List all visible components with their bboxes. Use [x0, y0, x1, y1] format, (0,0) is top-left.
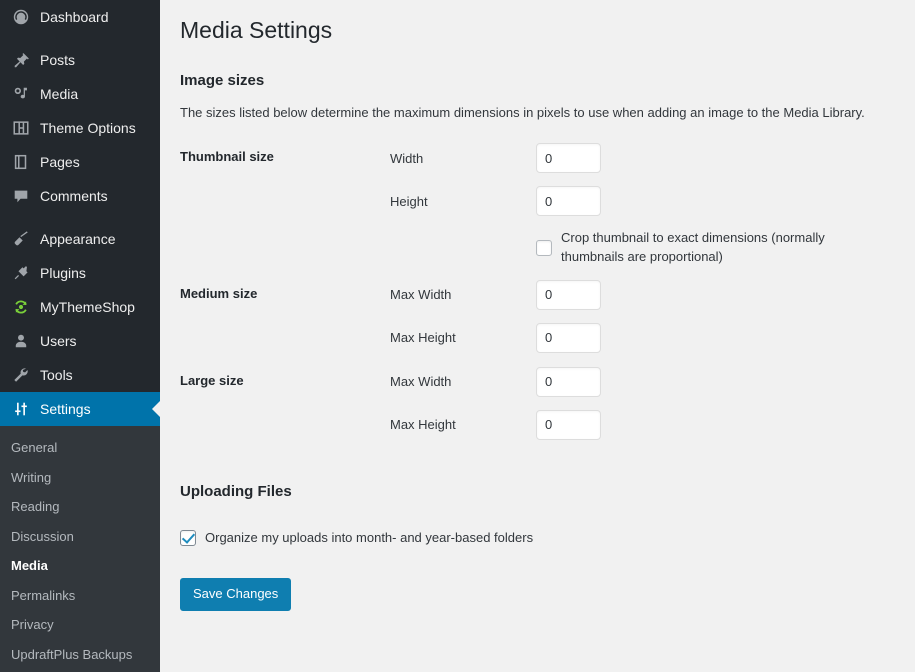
pin-icon: [11, 50, 31, 70]
submenu-item-updraftplus-backups[interactable]: UpdraftPlus Backups: [0, 640, 160, 670]
sidebar-item-label: Appearance: [40, 231, 116, 247]
large-max-height-input[interactable]: [536, 409, 601, 440]
sidebar-item-label: Posts: [40, 52, 76, 68]
admin-page: Dashboard Posts Media Theme Options Page…: [0, 0, 915, 672]
sidebar-item-media[interactable]: Media: [0, 77, 160, 111]
submenu-item-writing[interactable]: Writing: [0, 463, 160, 493]
settings-submenu: General Writing Reading Discussion Media…: [0, 426, 160, 672]
comment-icon: [11, 186, 31, 206]
sidebar-item-settings[interactable]: Settings: [0, 392, 160, 426]
sidebar-menu: Dashboard Posts Media Theme Options Page…: [0, 0, 160, 426]
organize-uploads-label: Organize my uploads into month- and year…: [205, 529, 534, 545]
brush-icon: [11, 229, 31, 249]
page-title: Media Settings: [180, 17, 333, 43]
sidebar-item-comments[interactable]: Comments: [0, 179, 160, 213]
sidebar-item-label: Dashboard: [40, 9, 109, 25]
image-sizes-table: Thumbnail size Width Height Crop thum: [180, 136, 895, 446]
sidebar-item-label: Theme Options: [40, 120, 136, 136]
dashboard-icon: [11, 7, 31, 27]
table-row-medium: Medium size Max Width Max Height: [180, 273, 895, 360]
sidebar-item-plugins[interactable]: Plugins: [0, 256, 160, 290]
row-fields-large: Max Width Max Height: [390, 360, 895, 447]
menu-separator: [0, 213, 160, 222]
menu-separator: [0, 34, 160, 43]
layout-icon: [11, 118, 31, 138]
sidebar-item-users[interactable]: Users: [0, 324, 160, 358]
admin-sidebar: Dashboard Posts Media Theme Options Page…: [0, 0, 160, 672]
field-label: Max Width: [390, 287, 452, 303]
media-icon: [11, 84, 31, 104]
row-label-thumbnail: Thumbnail size: [180, 149, 274, 165]
submenu-item-reading[interactable]: Reading: [0, 492, 160, 522]
sidebar-item-tools[interactable]: Tools: [0, 358, 160, 392]
thumbnail-width-input[interactable]: [536, 143, 601, 174]
submenu-item-privacy[interactable]: Privacy: [0, 610, 160, 640]
main-content: Media Settings Image sizes The sizes lis…: [160, 0, 915, 672]
sidebar-item-label: Settings: [40, 401, 91, 417]
organize-uploads-checkbox[interactable]: [180, 529, 196, 546]
crop-thumbnail-label: Crop thumbnail to exact dimensions (norm…: [561, 230, 825, 264]
row-label-medium: Medium size: [180, 285, 258, 301]
uploading-files-heading: Uploading Files: [180, 482, 292, 500]
table-row-thumbnail: Thumbnail size Width Height Crop thum: [180, 136, 895, 272]
wrench-icon: [11, 365, 31, 385]
table-row-large: Large size Max Width Max Height: [180, 360, 895, 447]
sidebar-item-posts[interactable]: Posts: [0, 43, 160, 77]
sidebar-item-label: Media: [40, 86, 79, 102]
submenu-item-discussion[interactable]: Discussion: [0, 522, 160, 552]
sidebar-item-theme-options[interactable]: Theme Options: [0, 111, 160, 145]
large-max-width-input[interactable]: [536, 366, 601, 397]
field-label: Height: [390, 193, 428, 209]
sidebar-item-label: Users: [40, 333, 77, 349]
sidebar-item-mythemeshop[interactable]: MyThemeShop: [0, 290, 160, 324]
field-label: Max Width: [390, 374, 452, 390]
sidebar-item-label: MyThemeShop: [40, 299, 135, 315]
crop-thumbnail-row: Crop thumbnail to exact dimensions (norm…: [536, 229, 885, 265]
sidebar-item-label: Comments: [40, 188, 108, 204]
field-label: Max Height: [390, 330, 456, 346]
user-icon: [11, 331, 31, 351]
sidebar-item-dashboard[interactable]: Dashboard: [0, 0, 160, 34]
save-changes-button[interactable]: Save Changes: [180, 577, 292, 611]
row-fields-thumbnail: Width Height Crop thumbnail to exact dim…: [390, 136, 895, 272]
row-label-large: Large size: [180, 372, 244, 388]
submenu-item-media[interactable]: Media: [0, 551, 160, 581]
image-sizes-description: The sizes listed below determine the max…: [180, 104, 865, 120]
refresh-circle-icon: [11, 297, 31, 317]
pages-icon: [11, 152, 31, 172]
sidebar-item-label: Tools: [40, 367, 73, 383]
medium-max-width-input[interactable]: [536, 279, 601, 310]
submenu-item-general[interactable]: General: [0, 433, 160, 463]
thumbnail-height-input[interactable]: [536, 186, 601, 217]
field-large-max-width: Max Width: [390, 366, 885, 397]
field-medium-max-width: Max Width: [390, 279, 885, 310]
field-large-max-height: Max Height: [390, 409, 885, 440]
sidebar-item-label: Pages: [40, 154, 80, 170]
field-medium-max-height: Max Height: [390, 322, 885, 353]
field-label: Width: [390, 150, 424, 166]
medium-max-height-input[interactable]: [536, 322, 601, 353]
image-sizes-heading: Image sizes: [180, 71, 265, 89]
field-label: Max Height: [390, 417, 456, 433]
field-thumbnail-height: Height: [390, 186, 885, 217]
sidebar-item-appearance[interactable]: Appearance: [0, 222, 160, 256]
sliders-icon: [11, 399, 31, 419]
sidebar-item-pages[interactable]: Pages: [0, 145, 160, 179]
sidebar-item-label: Plugins: [40, 265, 86, 281]
field-thumbnail-width: Width: [390, 143, 885, 174]
submenu-item-permalinks[interactable]: Permalinks: [0, 581, 160, 611]
crop-thumbnail-checkbox[interactable]: [536, 239, 552, 256]
organize-uploads-row: Organize my uploads into month- and year…: [180, 529, 895, 547]
plug-icon: [11, 263, 31, 283]
row-fields-medium: Max Width Max Height: [390, 273, 895, 360]
